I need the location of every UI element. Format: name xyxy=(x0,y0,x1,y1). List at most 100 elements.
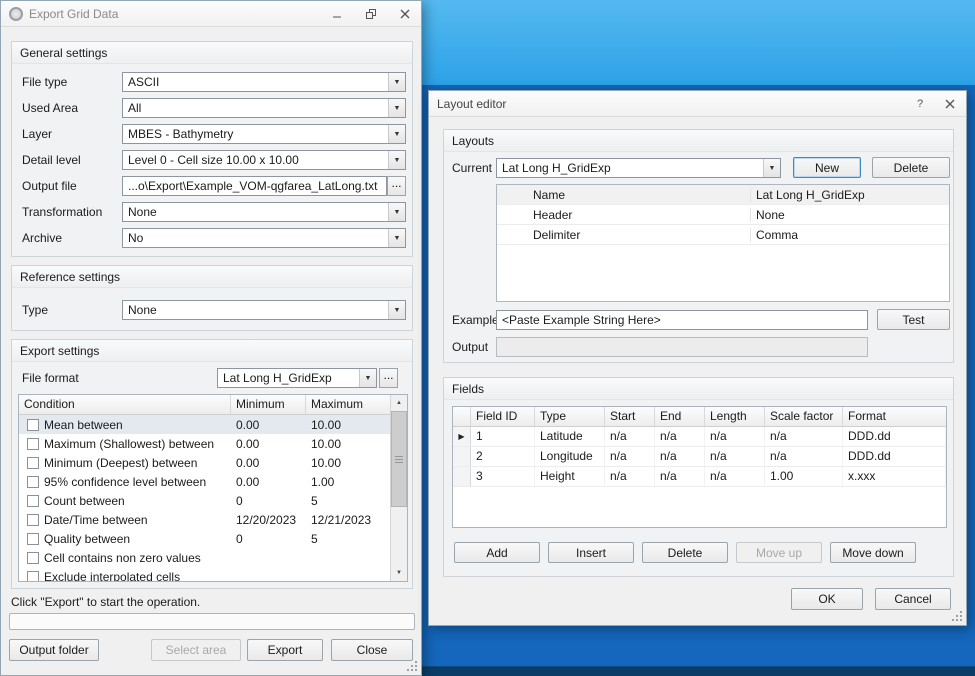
minimum-value[interactable]: 0 xyxy=(231,532,306,546)
maximum-column-header[interactable]: Maximum xyxy=(306,395,390,414)
format-cell[interactable]: DDD.dd xyxy=(843,447,946,466)
scroll-down-icon[interactable]: ▼ xyxy=(391,565,407,581)
condition-row[interactable]: Maximum (Shallowest) between 0.00 10.00 xyxy=(19,434,390,453)
scrollbar[interactable]: ▲ ▼ xyxy=(390,395,407,581)
field-id-cell[interactable]: 2 xyxy=(471,447,535,466)
used-area-select[interactable]: All ▼ xyxy=(122,98,406,118)
export-window-titlebar[interactable]: Export Grid Data xyxy=(1,1,421,27)
type-cell[interactable]: Height xyxy=(535,467,605,486)
maximum-value[interactable]: 5 xyxy=(306,532,390,546)
checkbox[interactable] xyxy=(27,552,39,564)
property-value[interactable]: None xyxy=(751,208,949,222)
close-button[interactable] xyxy=(942,97,958,111)
file-format-select[interactable]: Lat Long H_GridExp ▼ xyxy=(217,368,377,388)
length-column-header[interactable]: Length xyxy=(705,407,765,426)
delete-layout-button[interactable]: Delete xyxy=(872,157,950,178)
scale-factor-cell[interactable]: n/a xyxy=(765,427,843,446)
field-row[interactable]: ▶ 1 Latitude n/a n/a n/a n/a DDD.dd xyxy=(453,427,946,447)
minimum-value[interactable]: 0.00 xyxy=(231,418,306,432)
current-layout-select[interactable]: Lat Long H_GridExp ▼ xyxy=(496,158,781,178)
output-file-browse-button[interactable]: ... xyxy=(387,176,406,196)
transformation-select[interactable]: None ▼ xyxy=(122,202,406,222)
start-column-header[interactable]: Start xyxy=(605,407,655,426)
new-button[interactable]: New xyxy=(793,157,861,178)
scroll-up-icon[interactable]: ▲ xyxy=(391,395,407,411)
layout-editor-titlebar[interactable]: Layout editor ? xyxy=(429,91,966,117)
move-down-button[interactable]: Move down xyxy=(830,542,916,563)
close-button[interactable] xyxy=(397,7,413,21)
output-folder-button[interactable]: Output folder xyxy=(9,639,99,661)
condition-row[interactable]: Mean between 0.00 10.00 xyxy=(19,415,390,434)
format-cell[interactable]: DDD.dd xyxy=(843,427,946,446)
type-cell[interactable]: Latitude xyxy=(535,427,605,446)
format-cell[interactable]: x.xxx xyxy=(843,467,946,486)
condition-row[interactable]: Minimum (Deepest) between 0.00 10.00 xyxy=(19,453,390,472)
format-column-header[interactable]: Format xyxy=(843,407,946,426)
layer-select[interactable]: MBES - Bathymetry ▼ xyxy=(122,124,406,144)
end-cell[interactable]: n/a xyxy=(655,427,705,446)
field-id-cell[interactable]: 3 xyxy=(471,467,535,486)
end-cell[interactable]: n/a xyxy=(655,467,705,486)
condition-row[interactable]: Exclude interpolated cells xyxy=(19,567,390,582)
length-cell[interactable]: n/a xyxy=(705,467,765,486)
export-button[interactable]: Export xyxy=(247,639,323,661)
add-button[interactable]: Add xyxy=(454,542,540,563)
field-id-cell[interactable]: 1 xyxy=(471,427,535,446)
condition-row[interactable]: Count between 0 5 xyxy=(19,491,390,510)
field-row[interactable]: 2 Longitude n/a n/a n/a n/a DDD.dd xyxy=(453,447,946,467)
example-input[interactable]: <Paste Example String Here> xyxy=(496,310,868,330)
cancel-button[interactable]: Cancel xyxy=(875,588,951,610)
end-cell[interactable]: n/a xyxy=(655,447,705,466)
archive-select[interactable]: No ▼ xyxy=(122,228,406,248)
checkbox[interactable] xyxy=(27,514,39,526)
delete-field-button[interactable]: Delete xyxy=(642,542,728,563)
maximum-value[interactable]: 1.00 xyxy=(306,475,390,489)
scrollbar-thumb[interactable] xyxy=(391,411,407,507)
maximum-value[interactable]: 10.00 xyxy=(306,437,390,451)
property-value[interactable]: Comma xyxy=(751,228,949,242)
type-cell[interactable]: Longitude xyxy=(535,447,605,466)
resize-grip[interactable] xyxy=(950,609,963,622)
minimum-value[interactable]: 0.00 xyxy=(231,475,306,489)
file-format-browse-button[interactable]: ... xyxy=(379,368,398,388)
start-cell[interactable]: n/a xyxy=(605,447,655,466)
property-row[interactable]: Delimiter Comma xyxy=(497,225,949,245)
property-value[interactable]: Lat Long H_GridExp xyxy=(751,188,949,202)
maximum-value[interactable]: 12/21/2023 xyxy=(306,513,390,527)
start-cell[interactable]: n/a xyxy=(605,427,655,446)
minimum-value[interactable]: 0.00 xyxy=(231,456,306,470)
field-row[interactable]: 3 Height n/a n/a n/a 1.00 x.xxx xyxy=(453,467,946,487)
help-icon[interactable]: ? xyxy=(912,97,928,111)
test-button[interactable]: Test xyxy=(877,309,950,330)
condition-row[interactable]: Date/Time between 12/20/2023 12/21/2023 xyxy=(19,510,390,529)
checkbox[interactable] xyxy=(27,476,39,488)
scale-factor-cell[interactable]: n/a xyxy=(765,447,843,466)
reference-type-select[interactable]: None ▼ xyxy=(122,300,406,320)
checkbox[interactable] xyxy=(27,533,39,545)
maximum-value[interactable]: 5 xyxy=(306,494,390,508)
condition-row[interactable]: 95% confidence level between 0.00 1.00 xyxy=(19,472,390,491)
property-row[interactable]: Name Lat Long H_GridExp xyxy=(497,185,949,205)
minimum-column-header[interactable]: Minimum xyxy=(231,395,306,414)
resize-grip[interactable] xyxy=(405,659,418,672)
detail-level-select[interactable]: Level 0 - Cell size 10.00 x 10.00 ▼ xyxy=(122,150,406,170)
checkbox[interactable] xyxy=(27,419,39,431)
maximum-value[interactable]: 10.00 xyxy=(306,418,390,432)
field-id-column-header[interactable]: Field ID xyxy=(471,407,535,426)
insert-button[interactable]: Insert xyxy=(548,542,634,563)
minimum-value[interactable]: 12/20/2023 xyxy=(231,513,306,527)
ok-button[interactable]: OK xyxy=(791,588,863,610)
end-column-header[interactable]: End xyxy=(655,407,705,426)
close-window-button[interactable]: Close xyxy=(331,639,413,661)
output-file-input[interactable]: ...o\Export\Example_VOM-qgfarea_LatLong.… xyxy=(122,176,387,196)
start-cell[interactable]: n/a xyxy=(605,467,655,486)
restore-button[interactable] xyxy=(363,7,379,21)
type-column-header[interactable]: Type xyxy=(535,407,605,426)
condition-row[interactable]: Quality between 0 5 xyxy=(19,529,390,548)
file-type-select[interactable]: ASCII ▼ xyxy=(122,72,406,92)
minimize-button[interactable] xyxy=(329,7,345,21)
checkbox[interactable] xyxy=(27,495,39,507)
condition-row[interactable]: Cell contains non zero values xyxy=(19,548,390,567)
minimum-value[interactable]: 0 xyxy=(231,494,306,508)
minimum-value[interactable]: 0.00 xyxy=(231,437,306,451)
